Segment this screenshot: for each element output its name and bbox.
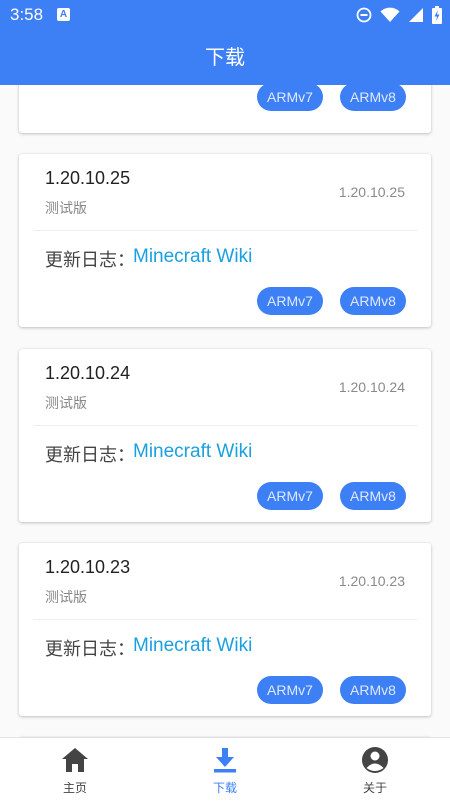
bottom-nav: 主页 下载 关于 [0,737,450,801]
version-type: 测试版 [45,201,87,217]
version-code: 1.20.10.23 [338,573,405,589]
changelog-label: 更新日志： [45,445,135,466]
changelog-label: 更新日志： [45,639,135,660]
cell-signal-icon [409,8,423,22]
card-divider [33,425,417,426]
armv8-button[interactable]: ARMv8 [340,85,406,111]
version-code: 1.20.10.25 [338,184,405,200]
page-title: 下载 [205,45,245,69]
nav-item-download[interactable]: 下载 [150,738,300,801]
status-time: 3:58 [10,5,44,24]
changelog-link[interactable]: Minecraft Wiki [133,246,252,268]
version-card-partial: ARMv7 ARMv8 [19,85,431,133]
changelog-link[interactable]: Minecraft Wiki [133,441,252,463]
app-notification-icon: A [57,8,70,21]
battery-icon [432,6,442,24]
version-card: 1.20.10.25 测试版 1.20.10.25 更新日志： Minecraf… [19,154,431,327]
changelog-label: 更新日志： [45,250,135,271]
card-divider [33,230,417,231]
version-name: 1.20.10.25 [45,168,131,188]
armv7-button[interactable]: ARMv7 [257,287,323,315]
armv8-button[interactable]: ARMv8 [340,287,406,315]
status-icons [356,5,442,25]
armv8-button[interactable]: ARMv8 [340,482,406,510]
version-code: 1.20.10.24 [338,379,405,395]
nav-label: 主页 [62,781,87,795]
download-icon [214,748,236,773]
armv7-button[interactable]: ARMv7 [257,85,323,111]
status-bar: 3:58 A [0,0,450,30]
version-card: 1.20.10.23 测试版 1.20.10.23 更新日志： Minecraf… [19,543,431,716]
nav-item-about[interactable]: 关于 [300,738,450,801]
do-not-disturb-icon [356,7,372,23]
home-icon [62,748,88,772]
app-bar: 下载 [0,30,450,85]
card-divider [33,619,417,620]
armv7-button[interactable]: ARMv7 [257,482,323,510]
version-type: 测试版 [45,396,87,412]
download-list[interactable]: ARMv7 ARMv8 1.20.10.25 测试版 1.20.10.25 更新… [0,85,450,737]
armv8-button[interactable]: ARMv8 [340,676,406,704]
version-type: 测试版 [45,590,87,606]
nav-item-home[interactable]: 主页 [0,738,150,801]
armv7-button[interactable]: ARMv7 [257,676,323,704]
nav-label: 下载 [212,781,237,795]
version-name: 1.20.10.24 [45,363,131,383]
wifi-icon [380,7,400,22]
version-card: 1.20.10.24 测试版 1.20.10.24 更新日志： Minecraf… [19,349,431,522]
nav-label: 关于 [362,781,387,795]
changelog-link[interactable]: Minecraft Wiki [133,635,252,657]
account-circle-icon [362,747,388,773]
version-name: 1.20.10.23 [45,557,131,577]
